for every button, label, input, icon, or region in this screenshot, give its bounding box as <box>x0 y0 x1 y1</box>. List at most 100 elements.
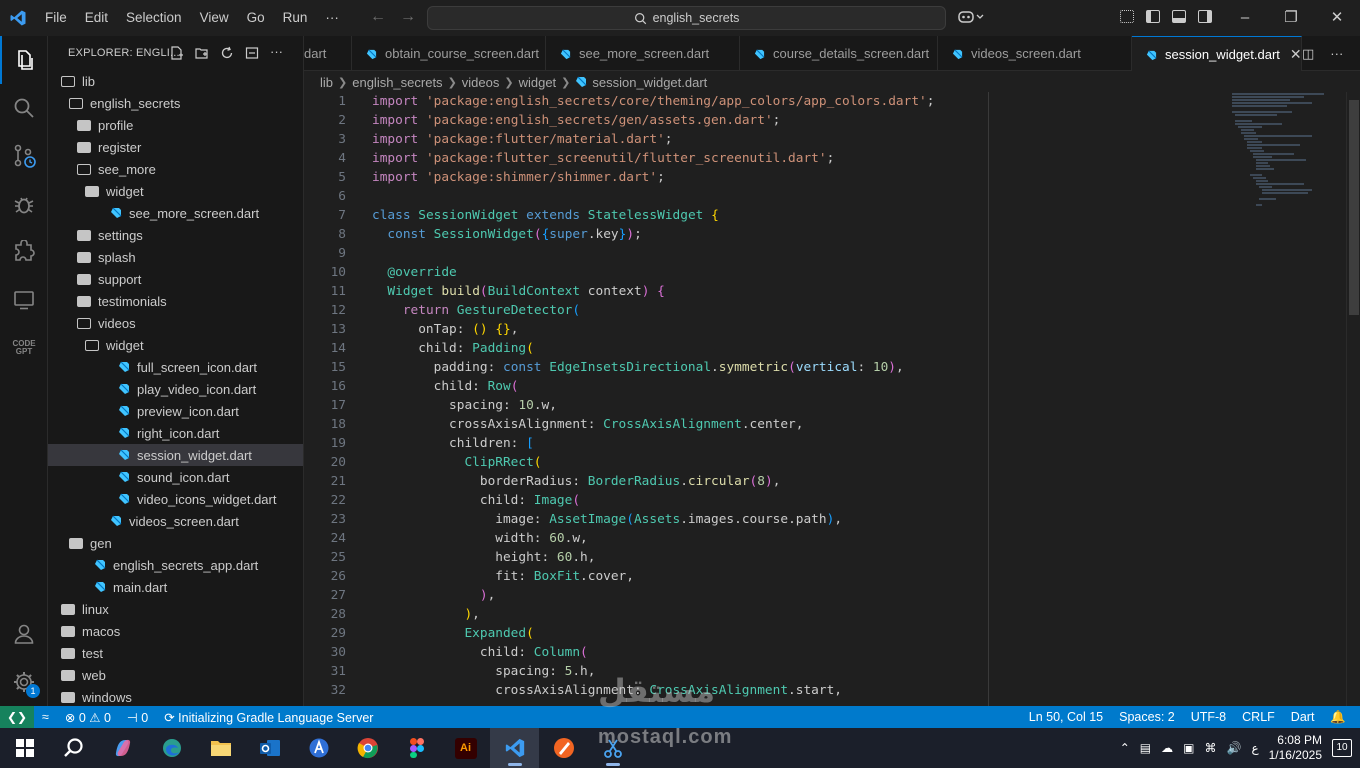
collapse-all-icon[interactable] <box>245 46 259 59</box>
tree-folder-item[interactable]: videos <box>48 312 303 334</box>
menu-view[interactable]: View <box>191 0 238 36</box>
chevron-up-icon[interactable]: ⌃ <box>1120 741 1130 755</box>
toggle-panel-icon[interactable] <box>1172 10 1186 23</box>
close-icon[interactable]: ✕ <box>1314 0 1360 36</box>
tree-folder-item[interactable]: see_more <box>48 158 303 180</box>
illustrator-icon[interactable]: Ai <box>441 728 490 768</box>
notifications-icon[interactable]: 10 <box>1332 739 1352 757</box>
tree-folder-item[interactable]: profile <box>48 114 303 136</box>
toggle-secondary-sidebar-icon[interactable] <box>1198 10 1212 23</box>
editor-tab[interactable]: obtain_course_screen.dart <box>352 36 546 71</box>
restore-icon[interactable]: ❐ <box>1268 0 1314 36</box>
vertical-scrollbar[interactable] <box>1346 92 1360 706</box>
extensions-icon[interactable] <box>0 228 48 276</box>
tree-folder-item[interactable]: linux <box>48 598 303 620</box>
back-arrow-icon[interactable]: ← <box>370 8 386 26</box>
minimize-icon[interactable]: – <box>1222 0 1268 36</box>
end-of-line[interactable]: CRLF <box>1234 710 1283 724</box>
tree-folder-item[interactable]: test <box>48 642 303 664</box>
more-actions-icon[interactable]: ··· <box>270 45 283 59</box>
windows-start-icon[interactable] <box>0 728 49 768</box>
editor-more-icon[interactable]: ··· <box>1330 46 1343 62</box>
tree-folder-item[interactable]: splash <box>48 246 303 268</box>
remote-indicator-icon[interactable]: ❮❯ <box>0 706 34 728</box>
tree-folder-item[interactable]: gen <box>48 532 303 554</box>
new-folder-icon[interactable] <box>195 46 208 59</box>
menu-edit[interactable]: Edit <box>76 0 117 36</box>
editor-tab[interactable]: course_details_screen.dart <box>740 36 938 71</box>
clock[interactable]: 6:08 PM 1/16/2025 <box>1269 733 1322 763</box>
menu-go[interactable]: Go <box>238 0 274 36</box>
manage-gear-icon[interactable]: 1 <box>0 658 48 706</box>
tree-file-item[interactable]: sound_icon.dart <box>48 466 303 488</box>
tree-folder-item[interactable]: settings <box>48 224 303 246</box>
menu-file[interactable]: File <box>36 0 76 36</box>
breadcrumb-item[interactable]: widget <box>519 75 557 90</box>
tray-cloud-icon[interactable]: ☁ <box>1161 741 1173 755</box>
editor-tab[interactable]: dart <box>304 36 352 71</box>
problems-indicator[interactable]: ⊗ 0 ⚠ 0 <box>57 710 119 725</box>
tree-folder-item[interactable]: support <box>48 268 303 290</box>
codegpt-icon[interactable]: CODE GPT <box>0 324 48 372</box>
vscode-logo-icon[interactable] <box>0 0 36 36</box>
tree-folder-item[interactable]: web <box>48 664 303 686</box>
menu-run[interactable]: Run <box>274 0 317 36</box>
breadcrumb-item[interactable]: videos <box>462 75 500 90</box>
keyboard-language[interactable]: ع <box>1251 741 1258 755</box>
app-orange-icon[interactable] <box>539 728 588 768</box>
code-editor[interactable]: 1 import 'package:english_secrets/core/th… <box>304 92 1360 706</box>
tree-file-item[interactable]: session_widget.dart <box>48 444 303 466</box>
volume-icon[interactable]: 🔊 <box>1226 741 1241 755</box>
tree-folder-item[interactable]: lib <box>48 70 303 92</box>
task-progress[interactable]: ⟳ Initializing Gradle Language Server <box>156 710 381 725</box>
tree-file-item[interactable]: play_video_icon.dart <box>48 378 303 400</box>
toggle-primary-sidebar-icon[interactable] <box>1146 10 1160 23</box>
tree-file-item[interactable]: video_icons_widget.dart <box>48 488 303 510</box>
split-editor-icon[interactable]: ◫ <box>1302 46 1314 62</box>
indentation[interactable]: Spaces: 2 <box>1111 710 1183 724</box>
tree-folder-item[interactable]: macos <box>48 620 303 642</box>
breadcrumb-item[interactable]: english_secrets <box>352 75 442 90</box>
customize-layout-icon[interactable] <box>1120 10 1134 23</box>
tree-file-item[interactable]: english_secrets_app.dart <box>48 554 303 576</box>
encoding[interactable]: UTF-8 <box>1183 710 1234 724</box>
cursor-position[interactable]: Ln 50, Col 15 <box>1021 710 1111 724</box>
ports-indicator[interactable]: ⊣ 0 <box>119 710 156 725</box>
run-debug-icon[interactable] <box>0 180 48 228</box>
copilot-menu-icon[interactable] <box>958 9 984 28</box>
forward-arrow-icon[interactable]: → <box>400 8 416 26</box>
tray-device-icon[interactable]: ▤ <box>1140 741 1151 755</box>
remote-explorer-icon[interactable] <box>0 276 48 324</box>
ports-icon[interactable]: ≈ <box>34 710 57 724</box>
tree-file-item[interactable]: main.dart <box>48 576 303 598</box>
search-icon[interactable] <box>49 728 98 768</box>
tree-folder-item[interactable]: english_secrets <box>48 92 303 114</box>
menu-more[interactable]: ··· <box>316 0 348 36</box>
tree-file-item[interactable]: full_screen_icon.dart <box>48 356 303 378</box>
chrome-icon[interactable] <box>343 728 392 768</box>
tree-folder-item[interactable]: widget <box>48 334 303 356</box>
tree-file-item[interactable]: preview_icon.dart <box>48 400 303 422</box>
tree-file-item[interactable]: right_icon.dart <box>48 422 303 444</box>
search-icon[interactable] <box>0 84 48 132</box>
editor-tab[interactable]: see_more_screen.dart <box>546 36 740 71</box>
breadcrumb-item[interactable]: lib <box>320 75 333 90</box>
outlook-icon[interactable] <box>245 728 294 768</box>
tree-file-item[interactable]: see_more_screen.dart <box>48 202 303 224</box>
scrollbar-thumb[interactable] <box>1349 100 1359 315</box>
wifi-icon[interactable]: ⌘ <box>1204 741 1216 755</box>
close-tab-icon[interactable]: ✕ <box>1290 46 1302 63</box>
editor-tab[interactable]: videos_screen.dart <box>938 36 1132 71</box>
explorer-icon[interactable] <box>0 36 48 84</box>
accounts-icon[interactable] <box>0 610 48 658</box>
refresh-icon[interactable] <box>220 46 233 59</box>
minimap[interactable] <box>1232 92 1344 222</box>
editor-tab[interactable]: session_widget.dart ✕ <box>1132 36 1302 71</box>
tree-folder-item[interactable]: widget <box>48 180 303 202</box>
app-a-icon[interactable] <box>294 728 343 768</box>
source-control-icon[interactable] <box>0 132 48 180</box>
new-file-icon[interactable] <box>170 46 183 60</box>
tray-display-icon[interactable]: ▣ <box>1183 741 1194 755</box>
menu-selection[interactable]: Selection <box>117 0 191 36</box>
vscode-icon[interactable] <box>490 728 539 768</box>
